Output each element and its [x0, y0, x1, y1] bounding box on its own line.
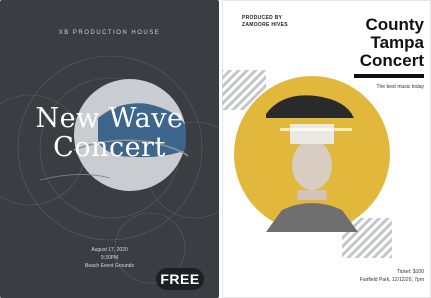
- title-line-2: Concert: [53, 132, 166, 163]
- poster-tagline: The best music today: [376, 84, 424, 90]
- title-underline: [354, 74, 424, 78]
- poster-title: County Tampa Concert: [342, 16, 424, 70]
- new-wave-concert-template-card[interactable]: XB PRODUCTION HOUSE New Wave Concert Aug…: [0, 0, 219, 298]
- title-line-2: Tampa: [370, 33, 424, 52]
- title-line-1: County: [365, 15, 424, 34]
- title-line-3: Concert: [359, 51, 424, 70]
- county-tampa-concert-template-card[interactable]: PRODUCED BY ZAMOORE HIVES County Tampa C…: [222, 0, 431, 298]
- title-line-1: New Wave: [35, 103, 184, 134]
- event-details: Fairfield Park, 12/12/20, 7pm: [359, 277, 424, 283]
- ticket-price: Ticket: $100: [396, 269, 424, 275]
- production-house-label: XB PRODUCTION HOUSE: [58, 30, 161, 36]
- free-badge: FREE: [156, 268, 204, 290]
- produced-by-label: PRODUCED BY: [242, 15, 283, 21]
- event-date: August 17, 2020: [91, 247, 128, 253]
- event-time: 9:30PM: [100, 255, 119, 261]
- producer-name: ZAMOORE HIVES: [242, 22, 288, 28]
- poster-title: New Wave Concert: [0, 104, 219, 162]
